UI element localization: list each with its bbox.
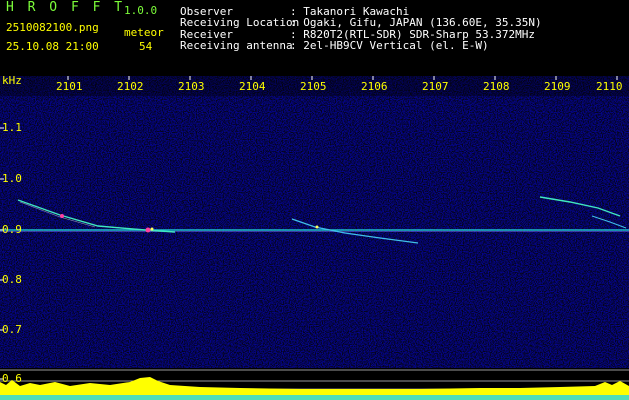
antenna-value: : 2el-HB9CV Vertical (el. E-W) — [290, 39, 489, 52]
y-tick-label: 0.7 — [2, 323, 22, 336]
y-tick-label: 1.0 — [2, 172, 22, 185]
file-datetime: 25.10.08 21:00 — [6, 40, 99, 53]
meteor-count: 54 — [139, 40, 153, 53]
x-tick-label: 2101 — [56, 80, 83, 93]
x-tick-label: 2109 — [544, 80, 571, 93]
x-tick-label: 2107 — [422, 80, 449, 93]
y-tick-label: 0.9 — [2, 223, 22, 236]
x-tick-label: 2103 — [178, 80, 205, 93]
x-tick-label: 2104 — [239, 80, 266, 93]
y-tick-label: 1.1 — [2, 121, 22, 134]
app-title: H R O F F T — [6, 0, 126, 15]
carrier-line — [0, 229, 629, 232]
y-axis-unit: kHz — [2, 74, 22, 87]
spectrogram-noise — [0, 76, 629, 400]
file-name: 2510082100.png — [6, 21, 99, 34]
amplitude-strip — [0, 368, 629, 400]
meteor-label: meteor — [124, 26, 164, 39]
app-version: 1.0.0 — [124, 4, 158, 17]
x-tick-label: 2102 — [117, 80, 144, 93]
hrofft-window: H R O F F T 1.0.0 2510082100.png meteor … — [0, 0, 629, 400]
y-tick-label: 0.8 — [2, 273, 22, 286]
x-tick-label: 2108 — [483, 80, 510, 93]
x-tick-label: 2110 — [596, 80, 623, 93]
spectrogram — [0, 76, 629, 400]
x-tick-label: 2105 — [300, 80, 327, 93]
antenna-label: Receiving antenna — [180, 39, 293, 52]
y-tick-label: 0.6 — [2, 372, 22, 385]
x-tick-label: 2106 — [361, 80, 388, 93]
